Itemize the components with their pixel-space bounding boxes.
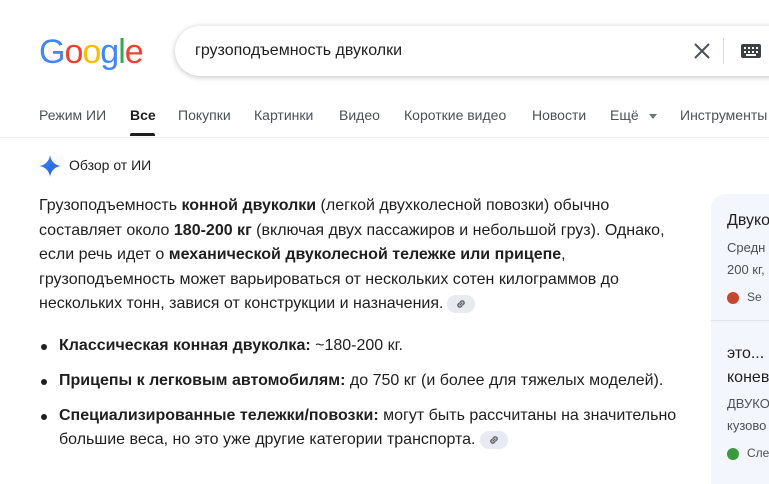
para-bold-3: механической двуколесной тележке или при… xyxy=(168,246,562,263)
close-icon[interactable] xyxy=(692,41,712,61)
source-card-snippet: ДВУКО xyxy=(727,396,769,411)
source-divider xyxy=(711,320,769,321)
source-card-site: Сле xyxy=(727,446,769,460)
source-card-snippet: кузово xyxy=(727,418,767,433)
keyboard-icon[interactable] xyxy=(740,43,762,59)
source-card-site: Se xyxy=(727,290,762,304)
list-item: Классическая конная двуколка: ~180-200 к… xyxy=(39,334,679,358)
link-icon xyxy=(457,299,466,308)
google-logo[interactable]: Google xyxy=(39,33,144,72)
search-box[interactable]: грузоподъемность двуколки xyxy=(175,26,769,76)
active-tab-indicator xyxy=(130,133,155,136)
sparkle-icon xyxy=(39,155,61,177)
link-icon xyxy=(489,435,498,444)
bullet-bold: Специализированные тележки/повозки: xyxy=(59,407,379,424)
source-link-chip[interactable] xyxy=(447,294,476,313)
tab-more[interactable]: Ещё xyxy=(610,107,657,123)
bullet-text: ~180-200 кг. xyxy=(310,337,403,354)
para-text-1: Грузоподъемность xyxy=(39,197,182,214)
tab-more-label: Ещё xyxy=(610,107,639,123)
list-item: Специализированные тележки/повозки: могу… xyxy=(39,404,679,452)
source-card-title[interactable]: конев xyxy=(727,366,769,390)
search-input[interactable]: грузоподъемность двуколки xyxy=(195,42,402,60)
source-card-snippet: 200 кг, xyxy=(727,262,765,277)
tab-images[interactable]: Картинки xyxy=(254,107,313,123)
para-bold-2: 180-200 кг xyxy=(173,221,252,239)
site-favicon-icon xyxy=(727,291,739,304)
bullet-text: до 750 кг (и более для тяжелых моделей). xyxy=(345,372,664,389)
site-favicon-icon xyxy=(727,447,739,460)
tab-shopping[interactable]: Покупки xyxy=(178,107,231,123)
source-card-title[interactable]: это... xyxy=(727,342,764,366)
search-divider xyxy=(723,38,724,64)
bullet-bold: Классическая конная двуколка: xyxy=(59,337,311,354)
tab-all[interactable]: Все xyxy=(130,107,156,123)
tab-tools[interactable]: Инструменты xyxy=(680,107,767,123)
sources-panel[interactable]: Двуко Средн 200 кг, Se это... конев ДВУК… xyxy=(711,194,769,484)
tab-short-video[interactable]: Короткие видео xyxy=(404,107,506,123)
ai-overview-bullets: Классическая конная двуколка: ~180-200 к… xyxy=(39,334,679,463)
tab-video[interactable]: Видео xyxy=(339,107,380,123)
para-bold-1: конной двуколки xyxy=(181,197,317,214)
tab-ai-mode[interactable]: Режим ИИ xyxy=(39,107,106,123)
header-divider xyxy=(0,137,769,138)
source-card-title[interactable]: Двуко xyxy=(727,212,769,230)
ai-overview-title: Обзор от ИИ xyxy=(69,157,152,173)
source-link-chip[interactable] xyxy=(479,430,508,449)
source-site-name: Сле xyxy=(747,446,769,460)
source-site-name: Se xyxy=(747,290,762,304)
ai-overview-paragraph: Грузоподъемность конной двуколки (легкой… xyxy=(39,194,679,317)
caret-down-icon xyxy=(648,113,657,119)
source-card-snippet: Средн xyxy=(727,240,766,255)
bullet-bold: Прицепы к легковым автомобилям: xyxy=(59,372,346,389)
tab-news[interactable]: Новости xyxy=(532,107,586,123)
list-item: Прицепы к легковым автомобилям: до 750 к… xyxy=(39,369,679,393)
